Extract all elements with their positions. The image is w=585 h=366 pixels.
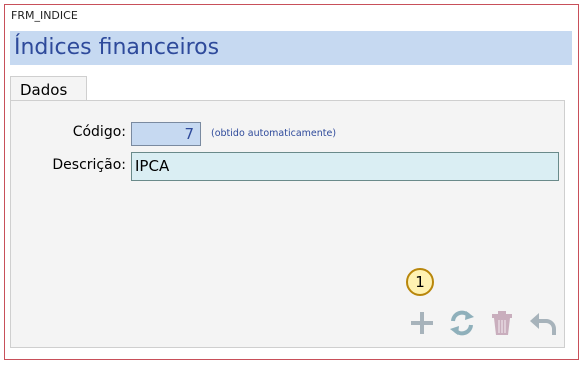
descricao-label: Descrição:	[52, 157, 126, 173]
add-icon[interactable]	[407, 308, 437, 338]
refresh-icon[interactable]	[447, 308, 477, 338]
tab-dados[interactable]: Dados	[10, 76, 87, 101]
header-bar: Índices financeiros	[10, 31, 572, 65]
descricao-field[interactable]: IPCA	[131, 152, 559, 181]
delete-icon[interactable]	[487, 308, 517, 338]
page-title: Índices financeiros	[14, 35, 220, 60]
callout-badge: 1	[406, 268, 434, 296]
codigo-label: Código:	[72, 124, 126, 140]
window-title: FRM_INDICE	[11, 9, 78, 22]
codigo-field[interactable]: 7	[131, 122, 201, 146]
codigo-hint: (obtido automaticamente)	[211, 128, 337, 139]
undo-icon[interactable]	[528, 308, 558, 338]
